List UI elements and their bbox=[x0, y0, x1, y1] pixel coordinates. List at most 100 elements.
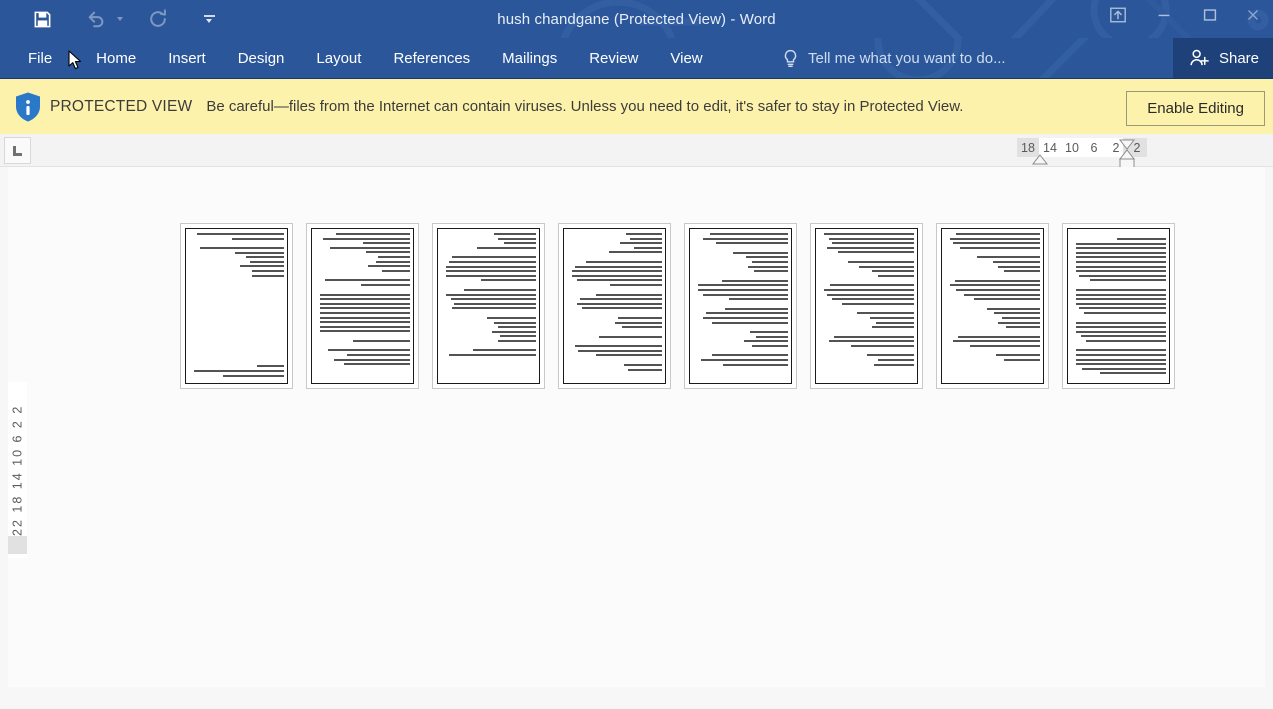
restore-icon bbox=[1203, 9, 1217, 21]
page-thumbnail[interactable] bbox=[810, 223, 923, 389]
text-line bbox=[319, 325, 410, 328]
text-line bbox=[998, 321, 1040, 324]
tab-design[interactable]: Design bbox=[222, 38, 301, 78]
text-line bbox=[877, 274, 914, 277]
redo-button[interactable] bbox=[142, 4, 174, 34]
text-line bbox=[231, 237, 284, 240]
text-line bbox=[445, 270, 536, 273]
tab-label: Home bbox=[96, 49, 137, 67]
page-thumbnail[interactable] bbox=[432, 223, 545, 389]
page-thumbnail[interactable] bbox=[1062, 223, 1175, 389]
tab-layout[interactable]: Layout bbox=[300, 38, 377, 78]
text-line bbox=[826, 246, 914, 249]
text-line bbox=[706, 312, 788, 315]
text-line bbox=[368, 265, 410, 268]
text-line bbox=[996, 354, 1040, 357]
page-thumbnail[interactable] bbox=[558, 223, 671, 389]
text-line bbox=[498, 339, 536, 342]
undo-button[interactable] bbox=[80, 4, 112, 34]
tab-stop-selector[interactable] bbox=[4, 137, 31, 164]
text-line bbox=[1075, 247, 1166, 250]
text-line bbox=[838, 251, 914, 254]
close-button[interactable] bbox=[1233, 0, 1273, 30]
text-line bbox=[697, 284, 788, 287]
tab-mailings[interactable]: Mailings bbox=[486, 38, 573, 78]
text-line bbox=[633, 246, 662, 249]
text-line bbox=[751, 260, 788, 263]
text-line bbox=[580, 298, 662, 301]
text-line bbox=[448, 354, 536, 357]
text-line bbox=[614, 321, 662, 324]
text-line bbox=[322, 237, 410, 240]
text-line bbox=[618, 316, 662, 319]
text-line bbox=[872, 270, 914, 273]
tell-me-search[interactable]: Tell me what you want to do... bbox=[782, 38, 1006, 78]
text-line bbox=[1099, 372, 1166, 375]
text-line bbox=[1075, 302, 1166, 305]
text-line bbox=[381, 269, 410, 272]
minimize-icon bbox=[1158, 14, 1170, 17]
text-line bbox=[576, 302, 662, 305]
text-line bbox=[721, 279, 788, 282]
text-line bbox=[723, 363, 788, 366]
tab-label: References bbox=[393, 49, 471, 67]
page-thumbnail[interactable] bbox=[180, 223, 293, 389]
tab-insert[interactable]: Insert bbox=[152, 38, 222, 78]
text-line bbox=[625, 233, 662, 235]
text-line bbox=[595, 354, 662, 357]
text-line bbox=[498, 237, 536, 240]
page-thumbnail[interactable] bbox=[936, 223, 1049, 389]
undo-dropdown-button[interactable] bbox=[112, 4, 128, 34]
text-line bbox=[620, 242, 662, 245]
enable-editing-button[interactable]: Enable Editing bbox=[1126, 91, 1265, 126]
page-content bbox=[315, 233, 410, 379]
horizontal-ruler[interactable]: 18 14 10 6 2 2 bbox=[0, 134, 1273, 171]
person-add-icon bbox=[1190, 49, 1209, 65]
text-line bbox=[847, 260, 914, 263]
text-line bbox=[334, 358, 410, 361]
page-thumbnail-row bbox=[180, 223, 1175, 389]
word-application-window: hush chandgane (Protected View) - Word F… bbox=[0, 0, 1273, 709]
save-button[interactable] bbox=[26, 4, 58, 34]
text-line bbox=[710, 233, 788, 235]
text-line bbox=[1078, 307, 1166, 310]
share-button[interactable]: Share bbox=[1172, 38, 1273, 78]
customize-quick-access-toolbar-button[interactable] bbox=[196, 4, 222, 34]
text-line bbox=[234, 251, 284, 254]
text-line bbox=[196, 233, 284, 235]
ruler-tick: 6 bbox=[1090, 140, 1098, 155]
text-line bbox=[328, 349, 410, 352]
text-line bbox=[952, 242, 1040, 245]
tab-file[interactable]: File bbox=[0, 38, 80, 78]
text-line bbox=[375, 260, 410, 263]
page-content bbox=[693, 233, 788, 379]
text-line bbox=[1075, 330, 1166, 333]
undo-icon bbox=[88, 11, 104, 28]
page-content bbox=[1071, 233, 1166, 379]
ribbon-display-options-button[interactable] bbox=[1095, 0, 1141, 30]
text-line bbox=[872, 326, 914, 329]
text-line bbox=[586, 260, 662, 263]
text-line bbox=[729, 298, 788, 301]
text-line bbox=[1084, 311, 1166, 314]
text-line bbox=[445, 265, 536, 268]
page-thumbnail[interactable] bbox=[684, 223, 797, 389]
text-line bbox=[1086, 339, 1166, 342]
restore-button[interactable] bbox=[1187, 0, 1233, 30]
tab-view[interactable]: View bbox=[654, 38, 718, 78]
tab-label: Review bbox=[589, 49, 639, 67]
page-thumbnail[interactable] bbox=[306, 223, 419, 389]
text-line bbox=[697, 288, 788, 291]
text-line bbox=[877, 359, 914, 362]
text-line bbox=[858, 265, 914, 268]
tab-label: Mailings bbox=[502, 49, 558, 67]
ribbon-tab-bar: File Home Insert Design Layout Reference… bbox=[0, 38, 1273, 78]
text-line bbox=[445, 293, 536, 296]
tab-home[interactable]: Home bbox=[80, 38, 152, 78]
tab-review[interactable]: Review bbox=[573, 38, 654, 78]
minimize-button[interactable] bbox=[1141, 0, 1187, 30]
text-line bbox=[874, 363, 914, 366]
left-indent-marker[interactable] bbox=[1031, 154, 1049, 166]
text-line bbox=[1080, 335, 1166, 338]
tab-references[interactable]: References bbox=[377, 38, 486, 78]
